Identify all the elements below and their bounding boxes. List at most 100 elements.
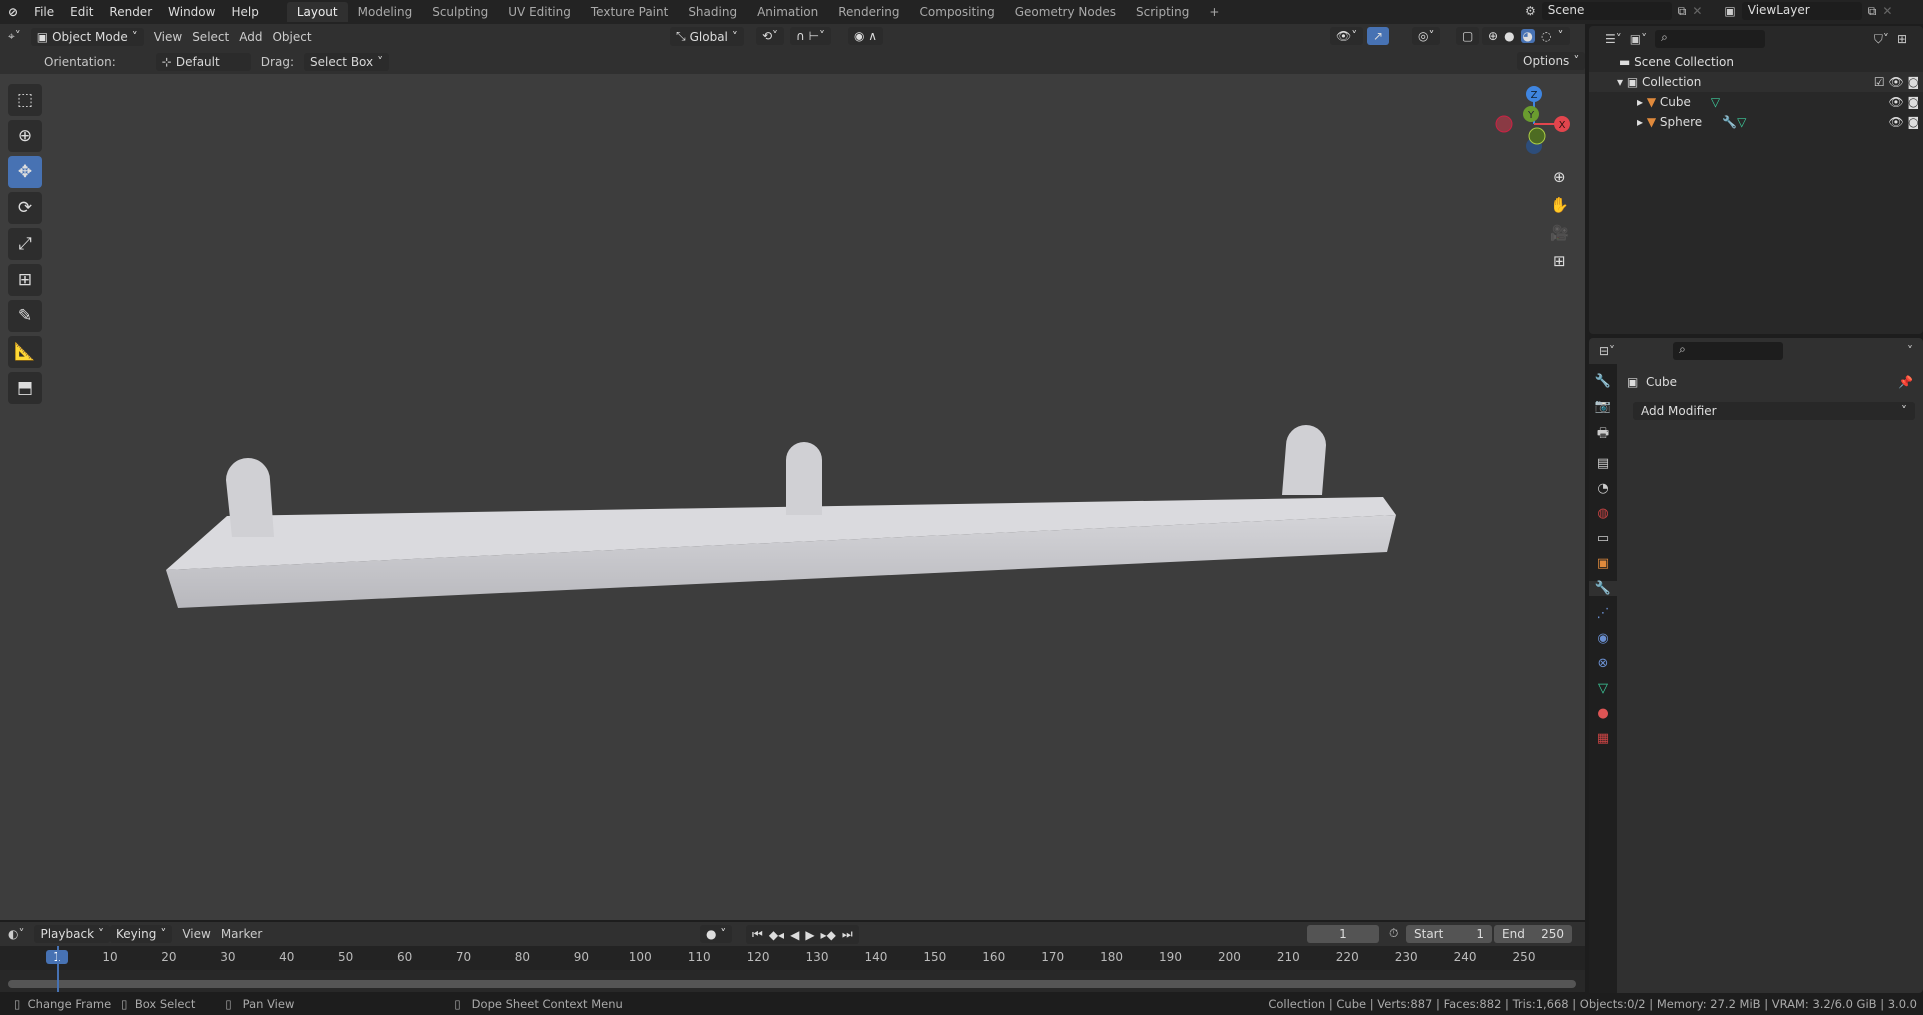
view-layer-field[interactable]: ViewLayer [1741,2,1862,20]
render-tab-icon[interactable]: 📷 [1595,399,1611,414]
blender-logo-icon[interactable]: ⊘ [0,5,26,19]
particles-tab-icon[interactable]: ⋰ [1597,606,1610,621]
scene-tab-icon[interactable]: ◔ [1597,481,1608,496]
timeline-body[interactable] [0,946,1585,992]
shading-modes[interactable]: ⊕ ● ◕ ◌ ˅ [1482,27,1570,45]
orientation-dropdown[interactable]: ⊹ Default [155,52,251,71]
measure-icon[interactable]: 📐 [8,336,42,368]
constraints-tab-icon[interactable]: ⊗ [1598,656,1609,671]
new-scene-icon[interactable]: ⧉ [1678,4,1687,19]
properties-editor-type-icon[interactable]: ⊟˅ [1599,344,1615,358]
eye-icon[interactable]: 👁 [1888,95,1903,109]
material-tab-icon[interactable]: ● [1597,706,1608,721]
filter-view-icon[interactable]: ▣˅ [1630,32,1647,46]
gizmo-neg-y[interactable] [1528,127,1546,145]
wireframe-icon[interactable]: ⊕ [1488,29,1498,43]
overlays-icon[interactable]: ◎˅ [1412,27,1441,45]
zoom-icon[interactable]: ⊕ [1553,168,1566,186]
outliner-item-sphere[interactable]: ▸ ▼ Sphere 🔧 ▽ 👁 ◙ [1589,112,1923,132]
tab-texture-paint[interactable]: Texture Paint [581,2,678,22]
play-icon[interactable]: ▶ [805,928,814,942]
timeline-scrollbar[interactable] [8,980,1576,988]
scene-field[interactable]: Scene [1541,2,1672,20]
menu-object[interactable]: Object [272,30,311,44]
modifier-tab-icon[interactable]: 🔧 [1589,581,1617,596]
material-preview-icon[interactable]: ◕ [1520,29,1536,43]
timeline-ruler[interactable]: 1102030405060708090100110120130140150160… [0,946,1585,970]
editor-type-icon[interactable]: ⌖˅ [8,29,21,44]
play-reverse-icon[interactable]: ◀ [790,928,799,942]
tab-geometry-nodes[interactable]: Geometry Nodes [1005,2,1126,22]
tab-shading[interactable]: Shading [678,2,747,22]
scene-icon[interactable]: ⚙ [1525,4,1536,18]
add-workspace-icon[interactable]: + [1199,2,1229,22]
jump-end-icon[interactable]: ⏭ [842,927,853,942]
output-tab-icon[interactable]: 🖶 [1597,424,1609,446]
new-view-layer-icon[interactable]: ⧉ [1868,4,1877,19]
checkbox-icon[interactable]: ☑ [1874,75,1885,89]
visibility-icon[interactable]: 👁˅ [1330,27,1364,45]
menu-view[interactable]: View [154,30,182,44]
properties-search[interactable]: ⌕ [1673,342,1784,360]
menu-render[interactable]: Render [101,5,160,19]
ortho-grid-icon[interactable]: ⊞ [1553,252,1566,270]
scene-collection-row[interactable]: ▬ Scene Collection [1589,52,1923,72]
view-layer-icon[interactable]: ▣ [1724,4,1735,18]
prev-keyframe-icon[interactable]: ◆◂ [769,928,784,942]
world-tab-icon[interactable]: ◍ [1597,506,1608,521]
mode-dropdown[interactable]: ▣ Object Mode ˅ [30,27,144,46]
jump-start-icon[interactable]: ⏮ [752,927,763,942]
menu-edit[interactable]: Edit [62,5,101,19]
timeline-editor-icon[interactable]: ◐˅ [8,927,24,941]
tool-tab-icon[interactable]: 🔧 [1595,374,1611,389]
tab-scripting[interactable]: Scripting [1126,2,1199,22]
camera-icon[interactable]: 🎥 [1550,224,1569,242]
outliner-search[interactable]: ⌕ [1655,30,1766,48]
gizmo-toggle-icon[interactable]: ↗ [1367,27,1390,45]
drag-dropdown[interactable]: Select Box ˅ [303,52,390,71]
outliner-item-cube[interactable]: ▸ ▼ Cube ▽ 👁 ◙ [1589,92,1923,112]
tab-compositing[interactable]: Compositing [910,2,1005,22]
add-cube-icon[interactable]: ⬒ [8,372,42,404]
tab-animation[interactable]: Animation [747,2,828,22]
tab-modeling[interactable]: Modeling [348,2,423,22]
rendered-icon[interactable]: ◌ [1541,29,1551,43]
options-dropdown[interactable]: Options ˅ [1517,52,1586,70]
transform-icon[interactable]: ⊞ [8,264,42,296]
auto-keying-icon[interactable]: ● ˅ [700,925,733,943]
texture-tab-icon[interactable]: ▦ [1597,731,1609,746]
tab-layout[interactable]: Layout [286,2,348,22]
select-box-icon[interactable]: ⬚ [8,84,42,116]
rotate-icon[interactable]: ⟳ [8,192,42,224]
stopwatch-icon[interactable]: ⏱ [1389,926,1398,941]
annotate-icon[interactable]: ✎ [8,300,42,332]
cursor-icon[interactable]: ⊕ [8,120,42,152]
view-layer-tab-icon[interactable]: ▤ [1597,456,1609,471]
end-frame-field[interactable]: End 250 [1494,925,1572,943]
data-tab-icon[interactable]: ▽ [1598,681,1608,696]
next-keyframe-icon[interactable]: ▸◆ [821,928,836,942]
camera-render-icon[interactable]: ◙ [1908,75,1920,89]
playback-menu[interactable]: Playback ˅ [34,925,111,943]
menu-select[interactable]: Select [192,30,229,44]
options-chevron-icon[interactable]: ˅ [1907,344,1913,358]
eye-icon[interactable]: 👁 [1888,115,1903,129]
menu-add[interactable]: Add [239,30,262,44]
new-collection-icon[interactable]: ⊞ [1897,32,1907,46]
transform-orientation-dropdown[interactable]: ⤡ Global ˅ [670,27,744,46]
object-tab-icon[interactable]: ▣ [1597,556,1609,571]
tab-uv-editing[interactable]: UV Editing [498,2,581,22]
playhead[interactable] [57,946,59,992]
timeline-view-menu[interactable]: View [182,927,210,941]
tab-sculpting[interactable]: Sculpting [422,2,498,22]
keying-menu[interactable]: Keying ˅ [110,925,173,943]
pivot-point-icon[interactable]: ⟲˅ [756,27,785,45]
display-mode-icon[interactable]: ☰˅ [1605,32,1622,46]
pin-icon[interactable]: 📌 [1898,375,1913,389]
tab-rendering[interactable]: Rendering [828,2,909,22]
proportional-editing-icon[interactable]: ◉ ∧ [848,27,884,45]
delete-scene-icon[interactable]: ✕ [1692,4,1702,18]
collection-tab-icon[interactable]: ▭ [1597,531,1609,546]
eye-icon[interactable]: 👁 [1888,75,1903,89]
physics-tab-icon[interactable]: ◉ [1597,631,1608,646]
